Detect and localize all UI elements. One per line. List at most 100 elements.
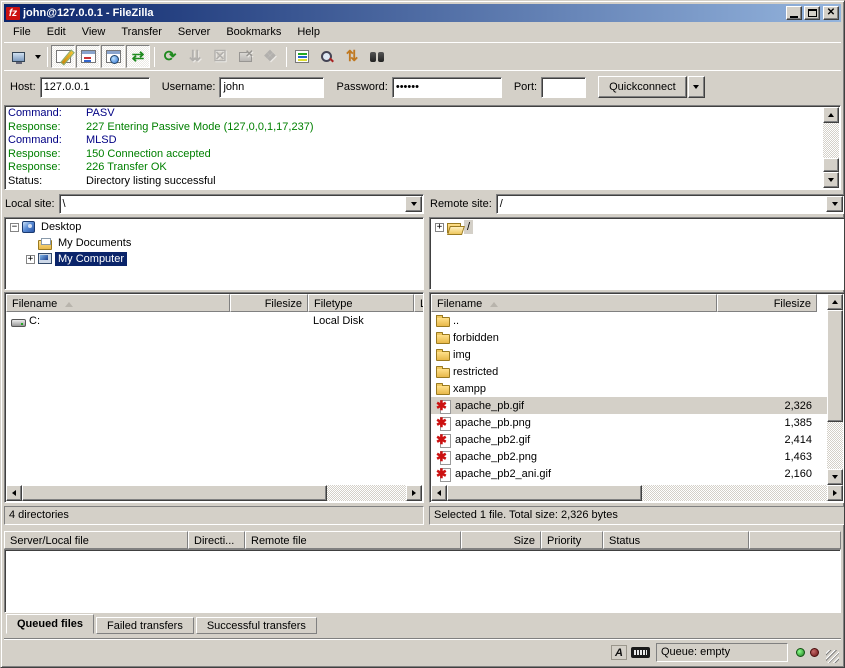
file-row-apache-pb2-png[interactable]: apache_pb2.png1,463 bbox=[431, 448, 827, 465]
remote-column-filename[interactable]: Filename bbox=[431, 294, 717, 312]
remote-vertical-scrollbar[interactable] bbox=[827, 294, 843, 485]
combobox-dropdown-button[interactable] bbox=[405, 196, 422, 212]
scroll-track[interactable] bbox=[327, 485, 406, 501]
minimize-button[interactable] bbox=[786, 6, 802, 20]
local-list-header: FilenameFilesizeFiletypeL bbox=[6, 294, 422, 312]
menu-file[interactable]: File bbox=[5, 23, 39, 41]
file-row-forbidden[interactable]: forbidden bbox=[431, 329, 827, 346]
toggle-local-tree-button[interactable] bbox=[76, 45, 100, 68]
queue-column-server-local-file[interactable]: Server/Local file bbox=[4, 531, 188, 549]
toggle-remote-tree-button[interactable] bbox=[101, 45, 125, 68]
menu-edit[interactable]: Edit bbox=[39, 23, 74, 41]
toggle-queue-button[interactable]: ⇄ bbox=[126, 45, 150, 68]
scroll-thumb[interactable] bbox=[447, 485, 642, 501]
menu-server[interactable]: Server bbox=[170, 23, 218, 41]
queue-column-blank[interactable] bbox=[749, 531, 841, 549]
local-column-filename[interactable]: Filename bbox=[6, 294, 230, 312]
toggle-message-log-button[interactable] bbox=[51, 45, 75, 68]
arrow-down-icon bbox=[828, 178, 834, 182]
site-manager-button-dropdown[interactable] bbox=[31, 45, 44, 68]
scroll-up-button[interactable] bbox=[827, 294, 843, 310]
remote-site-combobox[interactable]: / bbox=[496, 194, 845, 214]
refresh-button[interactable]: ⟳ bbox=[158, 45, 182, 68]
collapse-icon[interactable]: − bbox=[10, 223, 19, 232]
queue-column-priority[interactable]: Priority bbox=[541, 531, 603, 549]
host-input[interactable] bbox=[40, 77, 150, 98]
cancel-button[interactable]: ☒ bbox=[208, 45, 232, 68]
remote-horizontal-scrollbar[interactable] bbox=[431, 485, 843, 501]
tree-item-my-computer[interactable]: +My Computer bbox=[7, 251, 421, 267]
maximize-button[interactable] bbox=[804, 6, 820, 20]
file-row-img[interactable]: img bbox=[431, 346, 827, 363]
combobox-dropdown-button[interactable] bbox=[826, 196, 843, 212]
process-queue-button[interactable]: ⇊ bbox=[183, 45, 207, 68]
tab-queued-files[interactable]: Queued files bbox=[6, 614, 94, 634]
file-row-restricted[interactable]: restricted bbox=[431, 363, 827, 380]
queue-column-directi-[interactable]: Directi... bbox=[188, 531, 245, 549]
log-line-label: Command: bbox=[8, 107, 86, 121]
menu-bookmarks[interactable]: Bookmarks bbox=[218, 23, 289, 41]
tab-successful-transfers[interactable]: Successful transfers bbox=[196, 617, 317, 634]
close-button[interactable]: ✕ bbox=[823, 6, 839, 20]
tree-item-desktop[interactable]: −Desktop bbox=[7, 219, 421, 235]
scroll-thumb[interactable] bbox=[827, 310, 843, 422]
local-column-filesize[interactable]: Filesize bbox=[230, 294, 308, 312]
title-bar[interactable]: fz john@127.0.0.1 - FileZilla ✕ bbox=[4, 4, 841, 22]
scroll-down-button[interactable] bbox=[827, 469, 843, 485]
remote-column-filesize[interactable]: Filesize bbox=[717, 294, 817, 312]
log-line-label: Status: bbox=[8, 175, 86, 189]
scroll-track[interactable] bbox=[827, 422, 843, 469]
disconnect-button[interactable] bbox=[233, 45, 257, 68]
site-manager-button[interactable] bbox=[6, 45, 30, 68]
file-row-c-[interactable]: C:Local Disk bbox=[6, 312, 422, 329]
synchronized-browsing-button[interactable]: ⇅ bbox=[340, 45, 364, 68]
cell-filesize: 1,463 bbox=[717, 448, 817, 465]
file-row-apache-pb-gif[interactable]: apache_pb.gif2,326 bbox=[431, 397, 827, 414]
folder-open-icon bbox=[447, 223, 461, 233]
port-input[interactable] bbox=[541, 77, 586, 98]
local-horizontal-scrollbar[interactable] bbox=[6, 485, 422, 501]
scroll-left-button[interactable] bbox=[6, 485, 22, 501]
queue-column-size[interactable]: Size bbox=[461, 531, 541, 549]
scroll-up-button[interactable] bbox=[823, 107, 839, 123]
scroll-track[interactable] bbox=[642, 485, 827, 501]
compare-directories-button[interactable] bbox=[365, 45, 389, 68]
resize-grip[interactable] bbox=[826, 650, 839, 663]
queue-column-remote-file[interactable]: Remote file bbox=[245, 531, 461, 549]
find-files-button[interactable] bbox=[315, 45, 339, 68]
queue-column-status[interactable]: Status bbox=[603, 531, 749, 549]
file-row-apache-pb-png[interactable]: apache_pb.png1,385 bbox=[431, 414, 827, 431]
scroll-down-button[interactable] bbox=[823, 172, 839, 188]
expand-icon[interactable]: + bbox=[26, 255, 35, 264]
tree-item--[interactable]: +/ bbox=[432, 219, 842, 235]
data-type-ascii-icon: A bbox=[611, 645, 627, 660]
file-row-apache-pb2-ani-gif[interactable]: apache_pb2_ani.gif2,160 bbox=[431, 465, 827, 482]
menu-help[interactable]: Help bbox=[289, 23, 328, 41]
reconnect-button[interactable]: ❖ bbox=[258, 45, 282, 68]
tree-item-my-documents[interactable]: My Documents bbox=[7, 235, 421, 251]
scroll-left-button[interactable] bbox=[431, 485, 447, 501]
menu-transfer[interactable]: Transfer bbox=[113, 23, 170, 41]
local-list-body: C:Local Disk bbox=[6, 312, 422, 485]
quickconnect-button[interactable]: Quickconnect bbox=[598, 76, 687, 98]
file-row--[interactable]: .. bbox=[431, 312, 827, 329]
local-column-l[interactable]: L bbox=[414, 294, 424, 312]
menu-view[interactable]: View bbox=[74, 23, 114, 41]
scroll-right-button[interactable] bbox=[827, 485, 843, 501]
password-input[interactable] bbox=[392, 77, 502, 98]
file-row-apache-pb2-gif[interactable]: apache_pb2.gif2,414 bbox=[431, 431, 827, 448]
local-column-filetype[interactable]: Filetype bbox=[308, 294, 414, 312]
username-input[interactable] bbox=[219, 77, 324, 98]
file-row-xampp[interactable]: xampp bbox=[431, 380, 827, 397]
scroll-thumb[interactable] bbox=[22, 485, 327, 501]
quickconnect-dropdown-button[interactable] bbox=[688, 76, 705, 98]
expand-icon[interactable]: + bbox=[435, 223, 444, 232]
local-site-combobox[interactable]: \ bbox=[59, 194, 424, 214]
scroll-thumb[interactable] bbox=[823, 158, 839, 172]
message-log-scrollbar[interactable] bbox=[823, 107, 839, 188]
tab-failed-transfers[interactable]: Failed transfers bbox=[96, 617, 194, 634]
cell-filesize bbox=[717, 312, 817, 329]
filter-button[interactable] bbox=[290, 45, 314, 68]
scroll-track[interactable] bbox=[823, 123, 839, 158]
scroll-right-button[interactable] bbox=[406, 485, 422, 501]
